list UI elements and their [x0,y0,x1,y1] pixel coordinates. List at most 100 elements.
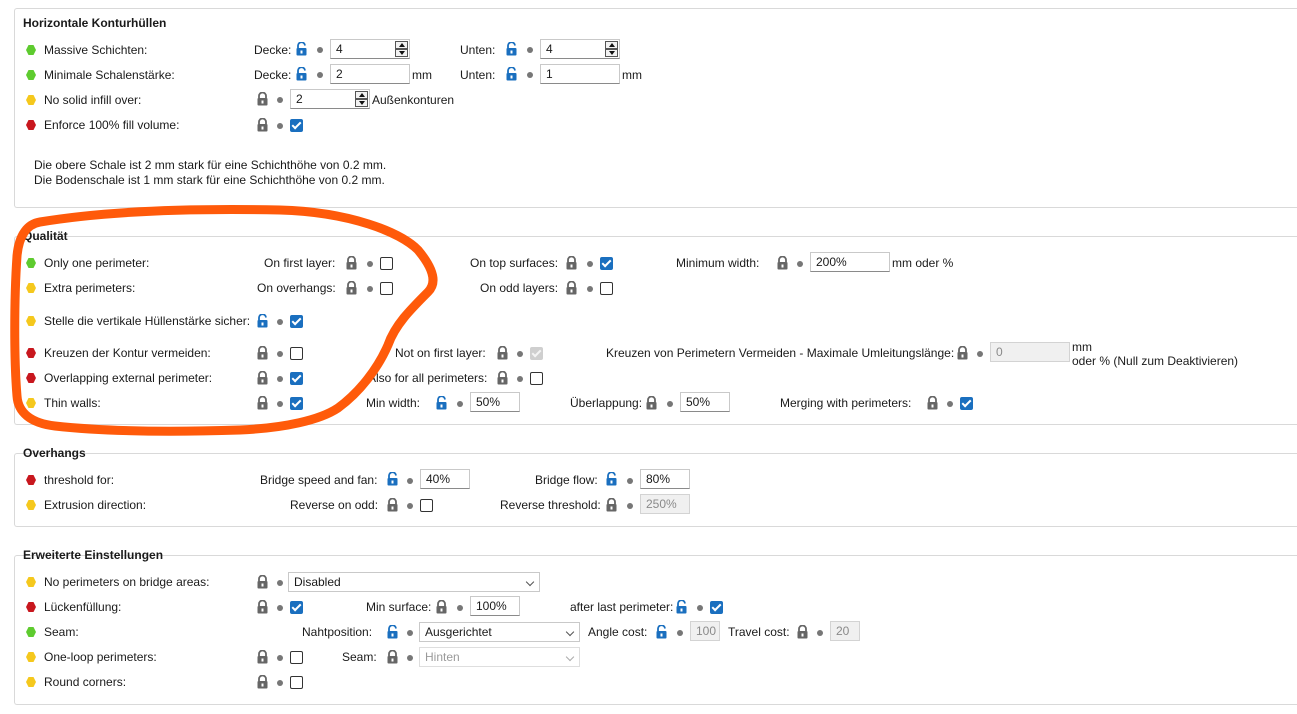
lock-closed-icon[interactable] [956,346,969,360]
angle-cost-input[interactable]: 100 [690,621,720,641]
reset-dot-icon[interactable] [527,47,533,53]
lock-closed-icon[interactable] [256,118,269,132]
reset-dot-icon[interactable] [627,478,633,484]
reset-dot-icon[interactable] [317,72,323,78]
reset-dot-icon[interactable] [277,351,283,357]
reset-dot-icon[interactable] [407,630,413,636]
lock-closed-icon[interactable] [256,575,269,589]
reset-dot-icon[interactable] [277,376,283,382]
lock-closed-icon[interactable] [605,498,618,512]
lock-open-icon[interactable] [386,625,399,639]
reverse-threshold-input[interactable]: 250% [640,494,690,514]
lock-closed-icon[interactable] [496,371,509,385]
reset-dot-icon[interactable] [277,97,283,103]
one-loop-seam-select[interactable]: Hinten [419,647,580,667]
lock-open-icon[interactable] [505,42,518,56]
reset-dot-icon[interactable] [587,286,593,292]
after-last-perimeter-checkbox[interactable] [710,601,723,614]
reset-dot-icon[interactable] [367,261,373,267]
one-perimeter-first-layer-checkbox[interactable] [380,257,393,270]
reset-dot-icon[interactable] [457,605,463,611]
lock-open-icon[interactable] [605,472,618,486]
lock-open-icon[interactable] [295,67,308,81]
bottom-shell-thickness-input[interactable]: 1 [540,64,620,84]
reset-dot-icon[interactable] [277,319,283,325]
reset-dot-icon[interactable] [587,261,593,267]
reset-dot-icon[interactable] [517,376,523,382]
bridge-speed-input[interactable]: 40% [420,469,470,489]
lock-closed-icon[interactable] [565,256,578,270]
extra-perimeters-overhangs-checkbox[interactable] [380,282,393,295]
all-perimeters-checkbox[interactable] [530,372,543,385]
seam-position-select[interactable]: Ausgerichtet [419,622,580,642]
lock-open-icon[interactable] [295,42,308,56]
merging-checkbox[interactable] [960,397,973,410]
lock-closed-icon[interactable] [565,281,578,295]
reset-dot-icon[interactable] [627,503,633,509]
no-perimeters-bridge-select[interactable]: Disabled [288,572,540,592]
lock-open-icon[interactable] [655,625,668,639]
reset-dot-icon[interactable] [277,655,283,661]
round-corners-checkbox[interactable] [290,676,303,689]
extra-perimeters-odd-checkbox[interactable] [600,282,613,295]
lock-closed-icon[interactable] [386,498,399,512]
bottom-solid-layers-input[interactable]: 4 [540,39,620,59]
one-loop-checkbox[interactable] [290,651,303,664]
enforce-fill-checkbox[interactable] [290,119,303,132]
thin-walls-min-width-input[interactable]: 50% [470,392,520,412]
reset-dot-icon[interactable] [697,605,703,611]
lock-closed-icon[interactable] [256,600,269,614]
reset-dot-icon[interactable] [277,680,283,686]
lock-closed-icon[interactable] [256,346,269,360]
lock-closed-icon[interactable] [386,650,399,664]
reset-dot-icon[interactable] [667,401,673,407]
one-perimeter-top-checkbox[interactable] [600,257,613,270]
lock-open-icon[interactable] [675,600,688,614]
thin-walls-overlap-input[interactable]: 50% [680,392,730,412]
bridge-flow-input[interactable]: 80% [640,469,690,489]
lock-closed-icon[interactable] [256,92,269,106]
top-solid-layers-input[interactable]: 4 [330,39,410,59]
reset-dot-icon[interactable] [677,630,683,636]
lock-closed-icon[interactable] [796,625,809,639]
reset-dot-icon[interactable] [817,630,823,636]
reset-dot-icon[interactable] [367,286,373,292]
no-solid-infill-input[interactable]: 2 [290,89,370,109]
lock-open-icon[interactable] [256,314,269,328]
lock-closed-icon[interactable] [256,675,269,689]
lock-closed-icon[interactable] [645,396,658,410]
lock-closed-icon[interactable] [256,371,269,385]
reset-dot-icon[interactable] [277,401,283,407]
lock-closed-icon[interactable] [776,256,789,270]
reset-dot-icon[interactable] [277,580,283,586]
reset-dot-icon[interactable] [407,655,413,661]
avoid-crossing-checkbox[interactable] [290,347,303,360]
reset-dot-icon[interactable] [317,47,323,53]
lock-closed-icon[interactable] [435,600,448,614]
spin-arrows-icon[interactable] [605,41,618,57]
spin-arrows-icon[interactable] [395,41,408,57]
overlapping-checkbox[interactable] [290,372,303,385]
reset-dot-icon[interactable] [277,605,283,611]
lock-closed-icon[interactable] [256,650,269,664]
thin-walls-checkbox[interactable] [290,397,303,410]
vertical-shell-checkbox[interactable] [290,315,303,328]
lock-closed-icon[interactable] [496,346,509,360]
reset-dot-icon[interactable] [277,123,283,129]
reset-dot-icon[interactable] [947,401,953,407]
top-shell-thickness-input[interactable]: 2 [330,64,410,84]
lock-closed-icon[interactable] [345,256,358,270]
lock-open-icon[interactable] [386,472,399,486]
lock-closed-icon[interactable] [256,396,269,410]
lock-closed-icon[interactable] [345,281,358,295]
not-first-layer-checkbox[interactable] [530,347,543,360]
minimum-width-input[interactable]: 200% [810,252,890,272]
max-detour-input[interactable]: 0 [990,342,1070,362]
reset-dot-icon[interactable] [457,401,463,407]
spin-arrows-icon[interactable] [355,91,368,107]
reset-dot-icon[interactable] [517,351,523,357]
reset-dot-icon[interactable] [527,72,533,78]
lock-closed-icon[interactable] [926,396,939,410]
travel-cost-input[interactable]: 20 [830,621,860,641]
lock-open-icon[interactable] [435,396,448,410]
